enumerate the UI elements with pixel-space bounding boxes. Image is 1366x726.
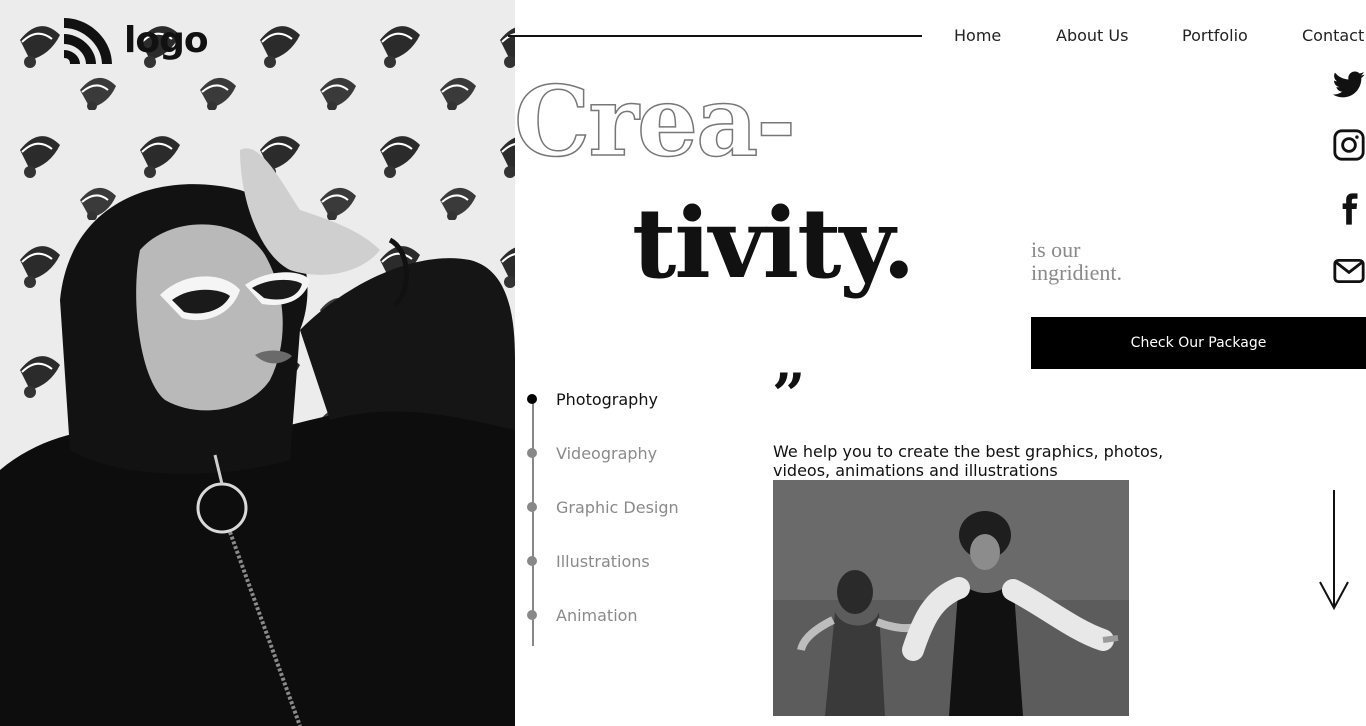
timeline-dot-active (527, 394, 537, 404)
tagline: is our ingridient. (1031, 238, 1122, 284)
tagline-line-1: is our (1031, 237, 1081, 262)
service-label: Illustrations (556, 551, 650, 571)
service-label: Videography (556, 443, 658, 463)
service-item-videography[interactable]: Videography (527, 443, 657, 463)
nav-divider (508, 35, 922, 37)
quote-text: We help you to create the best graphics,… (773, 442, 1164, 480)
hero-photo (0, 0, 515, 726)
nav-home[interactable]: Home (954, 26, 1001, 45)
timeline-dot (527, 556, 537, 566)
logo-text: logo (124, 20, 209, 61)
logo[interactable]: logo (62, 16, 209, 66)
nav-about-us[interactable]: About Us (1056, 26, 1128, 45)
headline-solid: tivity. (632, 187, 916, 300)
service-label: Photography (556, 389, 658, 409)
timeline-dot (527, 448, 537, 458)
tagline-line-2: ingridient. (1031, 260, 1123, 285)
timeline-dot (527, 502, 537, 512)
quote-mark-icon: ” (772, 361, 806, 429)
rss-arcs-icon (64, 18, 112, 64)
instagram-link[interactable] (1332, 128, 1366, 162)
dance-photo-illustration (773, 480, 1129, 716)
dance-photo (773, 480, 1129, 716)
service-item-illustrations[interactable]: Illustrations (527, 551, 650, 571)
mail-link[interactable] (1332, 254, 1366, 288)
instagram-icon (1333, 129, 1365, 161)
service-label: Animation (556, 605, 638, 625)
headline-outline: Crea- (513, 65, 797, 178)
service-item-photography[interactable]: Photography (527, 389, 658, 409)
mail-icon (1333, 258, 1365, 284)
twitter-link[interactable] (1332, 68, 1366, 102)
service-item-animation[interactable]: Animation (527, 605, 638, 625)
facebook-icon (1342, 193, 1358, 225)
service-item-graphic-design[interactable]: Graphic Design (527, 497, 679, 517)
nav-contact[interactable]: Contact (1302, 26, 1364, 45)
twitter-icon (1332, 71, 1365, 98)
timeline-dot (527, 610, 537, 620)
check-package-button[interactable]: Check Our Package (1031, 317, 1366, 369)
nav-portfolio[interactable]: Portfolio (1182, 26, 1248, 45)
hero-photo-illustration (0, 0, 515, 726)
facebook-link[interactable] (1332, 192, 1366, 226)
scroll-down-arrow-icon[interactable] (1318, 488, 1350, 612)
service-label: Graphic Design (556, 497, 679, 517)
